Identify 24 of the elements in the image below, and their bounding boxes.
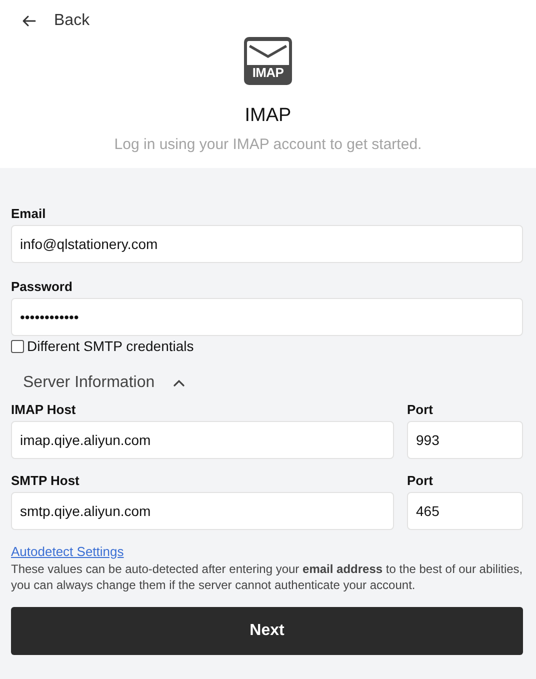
checkbox-label: Different SMTP credentials bbox=[27, 338, 194, 354]
field-label: SMTP Host bbox=[11, 473, 80, 488]
field-label: Port bbox=[407, 402, 434, 417]
field-label: Email bbox=[11, 206, 47, 221]
input-field[interactable]: 993 bbox=[407, 421, 523, 459]
field-label: Password bbox=[11, 279, 74, 294]
input-field[interactable]: imap.qiye.aliyun.com bbox=[11, 421, 394, 459]
back-button[interactable]: Back bbox=[14, 8, 98, 34]
next-button[interactable]: Next bbox=[11, 607, 523, 655]
help-text: These values can be auto-detected after entering your email address to the best of our abilities, you can always change them if the server cannot authenticate your account. bbox=[11, 561, 523, 593]
section-title: Server Information bbox=[23, 374, 155, 392]
input-field[interactable]: info@qlstationery.com bbox=[11, 225, 523, 263]
back-arrow-icon bbox=[22, 15, 36, 27]
page-subtitle: Log in using your IMAP account to get started. bbox=[114, 136, 422, 153]
envelope-logo-icon: IMAP bbox=[244, 37, 292, 85]
input-field[interactable]: 465 bbox=[407, 492, 523, 530]
chevron-icon[interactable] bbox=[172, 379, 185, 387]
autodetect-link[interactable]: Autodetect Settings bbox=[11, 544, 124, 559]
input-field[interactable]: •••••••••••• bbox=[11, 298, 523, 336]
field-label: IMAP Host bbox=[11, 402, 77, 417]
field-label: Port bbox=[407, 473, 434, 488]
page-title: IMAP bbox=[244, 105, 292, 127]
checkbox[interactable] bbox=[11, 340, 24, 352]
input-field[interactable]: smtp.qiye.aliyun.com bbox=[11, 492, 394, 530]
